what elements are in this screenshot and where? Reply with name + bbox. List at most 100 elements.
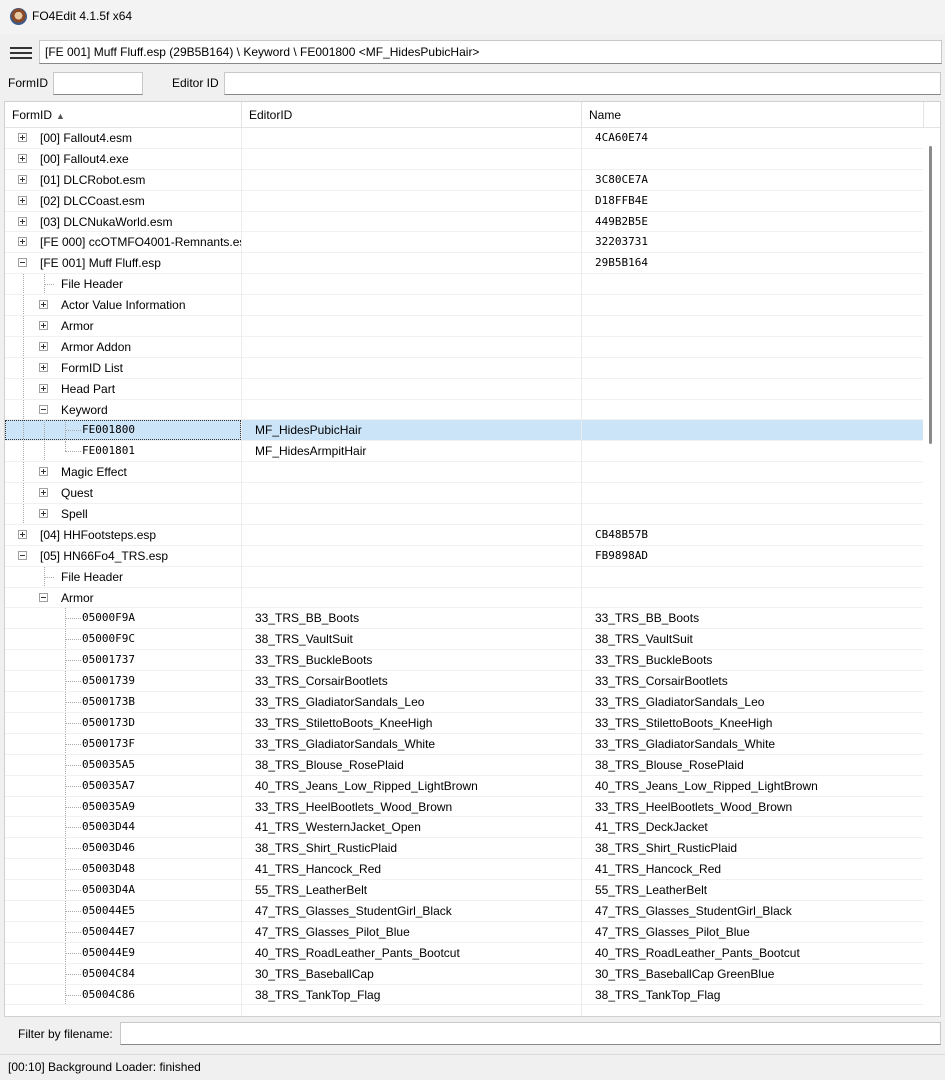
formid-cell[interactable]: [FE 001] Muff Fluff.esp [5,253,241,273]
expand-icon[interactable] [39,467,48,477]
formid-cell[interactable]: Quest [5,483,241,504]
name-cell[interactable]: 41_TRS_DeckJacket [581,817,923,837]
tree-row[interactable]: [00] Fallout4.esm 4CA60E74 [5,128,923,149]
formid-cell[interactable]: Armor [5,316,241,337]
formid-cell[interactable]: FE001801 [5,441,241,462]
name-cell[interactable] [581,295,923,315]
formid-cell[interactable]: Armor [5,588,241,608]
tree-row[interactable]: 05001739 33_TRS_CorsairBootlets 33_TRS_Cor… [5,671,923,693]
tree-row[interactable]: [01] DLCRobot.esm 3C80CE7A [5,170,923,191]
expand-icon[interactable] [39,341,48,351]
editorid-cell[interactable]: 41_TRS_WesternJacket_Open [241,817,581,837]
name-cell[interactable] [581,462,923,482]
name-cell[interactable]: 3C80CE7A [581,170,923,190]
vertical-scrollbar[interactable] [923,128,940,1016]
editorid-cell[interactable]: MF_HidesArmpitHair [241,441,581,461]
editorid-cell[interactable] [241,128,581,148]
name-cell[interactable] [581,567,923,587]
formid-cell[interactable]: 0500173F [5,733,241,754]
editorid-input[interactable] [224,72,941,95]
expand-icon[interactable] [39,488,48,498]
name-cell[interactable]: 4CA60E74 [581,128,923,148]
tree-row[interactable]: [03] DLCNukaWorld.esm 449B2B5E [5,212,923,233]
tree-row[interactable]: 05000F9C 38_TRS_VaultSuit 38_TRS_VaultSuit [5,629,923,651]
name-cell[interactable] [581,483,923,503]
editorid-cell[interactable]: 38_TRS_VaultSuit [241,629,581,649]
tree-row[interactable]: [04] HHFootsteps.esp CB48B57B [5,525,923,546]
editorid-cell[interactable]: 40_TRS_Jeans_Low_Ripped_LightBrown [241,776,581,796]
expand-icon[interactable] [18,153,27,163]
formid-cell[interactable]: 050035A7 [5,775,241,796]
editorid-cell[interactable]: 30_TRS_BaseballCap [241,964,581,984]
formid-cell[interactable]: Keyword [5,399,241,420]
editorid-cell[interactable]: 41_TRS_Hancock_Red [241,859,581,879]
tree-row[interactable]: FormID List [5,357,923,379]
expand-icon[interactable] [18,174,27,184]
formid-cell[interactable]: 0500173B [5,692,241,713]
name-cell[interactable]: 33_TRS_CorsairBootlets [581,671,923,691]
editorid-cell[interactable]: 33_TRS_BB_Boots [241,608,581,628]
tree-row[interactable]: 050044E7 47_TRS_Glasses_Pilot_Blue 47_TRS_… [5,921,923,943]
formid-cell[interactable]: 050044E5 [5,900,241,921]
editorid-cell[interactable] [241,191,581,211]
name-cell[interactable] [581,274,923,294]
formid-input[interactable] [53,72,143,95]
formid-cell[interactable]: 050044E9 [5,942,241,963]
expand-icon[interactable] [39,383,48,393]
editorid-cell[interactable] [241,462,581,482]
collapse-icon[interactable] [39,592,48,602]
formid-cell[interactable]: [02] DLCCoast.esm [5,191,241,211]
expand-icon[interactable] [39,321,48,331]
tree-row[interactable]: 0500173F 33_TRS_GladiatorSandals_White 33_… [5,733,923,755]
name-cell[interactable]: 38_TRS_Blouse_RosePlaid [581,755,923,775]
collapse-icon[interactable] [39,404,48,414]
editorid-cell[interactable]: 33_TRS_CorsairBootlets [241,671,581,691]
name-cell[interactable]: 32203731 [581,232,923,252]
editorid-cell[interactable] [241,567,581,587]
name-cell[interactable]: 47_TRS_Glasses_Pilot_Blue [581,922,923,942]
name-cell[interactable] [581,588,923,608]
formid-cell[interactable]: 05003D48 [5,859,241,880]
formid-cell[interactable]: 05003D4A [5,880,241,901]
formid-cell[interactable]: 05003D44 [5,817,241,838]
formid-cell[interactable]: File Header [5,566,241,587]
formid-cell[interactable]: FormID List [5,357,241,378]
tree-row[interactable]: 050044E5 47_TRS_Glasses_StudentGirl_Black… [5,900,923,922]
name-cell[interactable] [581,316,923,336]
tree-row[interactable]: Armor [5,316,923,337]
name-cell[interactable]: 38_TRS_VaultSuit [581,629,923,649]
editorid-cell[interactable]: MF_HidesPubicHair [241,420,581,440]
tree-row[interactable]: 05001737 33_TRS_BuckleBoots 33_TRS_BuckleB… [5,650,923,672]
name-cell[interactable] [581,420,923,440]
name-cell[interactable]: 40_TRS_Jeans_Low_Ripped_LightBrown [581,776,923,796]
editorid-cell[interactable] [241,274,581,294]
name-cell[interactable] [581,400,923,420]
tree-row[interactable]: 05004C84 30_TRS_BaseballCap 30_TRS_Basebal… [5,963,923,985]
editorid-cell[interactable] [241,253,581,273]
editorid-cell[interactable]: 40_TRS_RoadLeather_Pants_Bootcut [241,943,581,963]
editorid-cell[interactable] [241,379,581,399]
tree-row[interactable]: File Header [5,274,923,296]
name-cell[interactable]: 29B5B164 [581,253,923,273]
tree-row[interactable]: [FE 000] ccOTMFO4001-Remnants.esl 3220373… [5,232,923,254]
tree-row[interactable]: 0500173D 33_TRS_StilettoBoots_KneeHigh 33_… [5,712,923,734]
hamburger-menu-icon[interactable] [10,44,32,60]
name-cell[interactable] [581,379,923,399]
editorid-cell[interactable] [241,504,581,524]
name-cell[interactable]: 33_TRS_GladiatorSandals_White [581,734,923,754]
editorid-cell[interactable]: 33_TRS_StilettoBoots_KneeHigh [241,713,581,733]
name-cell[interactable]: 47_TRS_Glasses_StudentGirl_Black [581,901,923,921]
name-cell[interactable]: 40_TRS_RoadLeather_Pants_Bootcut [581,943,923,963]
tree-row[interactable]: 050035A9 33_TRS_HeelBootlets_Wood_Brown 33… [5,796,923,818]
editorid-cell[interactable]: 55_TRS_LeatherBelt [241,880,581,900]
tree-row[interactable]: 05003D48 41_TRS_Hancock_Red 41_TRS_Hancock… [5,859,923,881]
editorid-cell[interactable]: 38_TRS_Blouse_RosePlaid [241,755,581,775]
editorid-cell[interactable] [241,483,581,503]
formid-cell[interactable]: 05000F9A [5,608,241,629]
column-header-formid[interactable]: FormID ▲ [5,102,242,128]
tree-row[interactable]: FE001801 MF_HidesArmpitHair [5,441,923,463]
expand-icon[interactable] [39,300,48,310]
formid-cell[interactable]: [04] HHFootsteps.esp [5,525,241,545]
name-cell[interactable]: FB9898AD [581,546,923,566]
editorid-cell[interactable]: 33_TRS_HeelBootlets_Wood_Brown [241,797,581,817]
